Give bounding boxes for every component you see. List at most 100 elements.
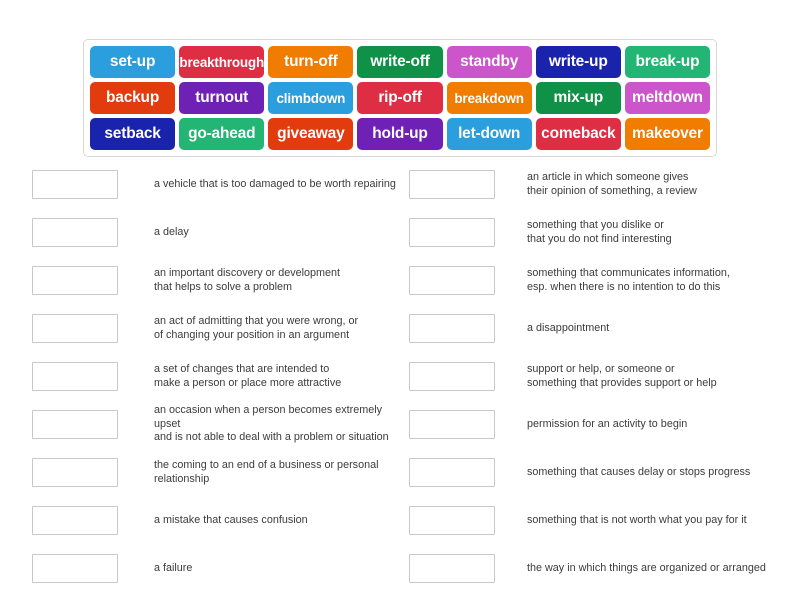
answer-drop-box[interactable] — [409, 170, 495, 199]
definition-column-left: a vehicle that is too damaged to be wort… — [0, 163, 400, 600]
word-tile-label: write-off — [370, 53, 430, 70]
answer-drop-box[interactable] — [32, 362, 118, 391]
word-tile-label: rip-off — [378, 89, 422, 106]
word-tile[interactable]: giveaway — [268, 118, 354, 150]
word-tile-bank: set-up breakthrough turn-off write-off s… — [83, 39, 717, 157]
answer-drop-box[interactable] — [32, 506, 118, 535]
definition-row: permission for an activity to begin — [409, 403, 796, 446]
word-tile-label: go-ahead — [188, 125, 256, 142]
answer-drop-box[interactable] — [409, 554, 495, 583]
definition-text: the coming to an end of a business or pe… — [154, 459, 379, 485]
word-tile[interactable]: write-off — [357, 46, 443, 78]
definition-row: something that causes delay or stops pro… — [409, 451, 796, 494]
definition-text: something that you dislike or that you d… — [527, 219, 672, 245]
word-tile[interactable]: setback — [90, 118, 176, 150]
word-tile[interactable]: set-up — [90, 46, 176, 78]
word-tile-label: turn-off — [284, 53, 338, 70]
definition-text: an article in which someone gives their … — [527, 171, 697, 197]
tile-row-3: setback go-ahead giveaway hold-up let-do… — [90, 118, 710, 150]
definition-text: support or help, or someone or something… — [527, 363, 717, 389]
word-tile-label: meltdown — [632, 89, 703, 106]
word-tile[interactable]: write-up — [535, 46, 621, 78]
tile-row-1: set-up breakthrough turn-off write-off s… — [90, 46, 710, 78]
word-tile-label: breakthrough — [179, 54, 265, 70]
answer-drop-box[interactable] — [409, 314, 495, 343]
definition-text: a mistake that causes confusion — [154, 513, 308, 526]
word-tile-label: turnout — [195, 89, 249, 106]
word-tile[interactable]: breakdown — [446, 82, 532, 114]
definition-text: permission for an activity to begin — [527, 417, 688, 430]
definition-text: something that causes delay or stops pro… — [527, 465, 751, 478]
definition-text: a delay — [154, 225, 189, 238]
definition-text: a failure — [154, 561, 193, 574]
word-tile[interactable]: hold-up — [357, 118, 443, 150]
definition-text: something that communicates information,… — [527, 267, 730, 293]
answer-drop-box[interactable] — [409, 266, 495, 295]
answer-drop-box[interactable] — [32, 554, 118, 583]
definition-row: a failure — [32, 547, 396, 590]
word-tile-label: climbdown — [276, 90, 346, 106]
answer-drop-box[interactable] — [409, 506, 495, 535]
definition-row: something that communicates information,… — [409, 259, 796, 302]
word-tile-label: comeback — [541, 125, 616, 142]
word-tile-label: hold-up — [372, 125, 428, 142]
answer-drop-box[interactable] — [32, 410, 118, 439]
definition-text: an occasion when a person becomes extrem… — [154, 404, 389, 444]
word-tile[interactable]: backup — [90, 82, 176, 114]
word-tile-label: setback — [104, 125, 161, 142]
word-tile-label: break-up — [635, 53, 700, 70]
definition-text: a set of changes that are intended to ma… — [154, 363, 342, 389]
definition-text: something that is not worth what you pay… — [527, 513, 747, 526]
word-tile[interactable]: standby — [446, 46, 532, 78]
word-tile-label: let-down — [458, 125, 521, 142]
word-tile-label: mix-up — [553, 89, 604, 106]
definition-text: a disappointment — [527, 321, 610, 334]
word-tile-label: standby — [460, 53, 519, 70]
word-tile[interactable]: makeover — [624, 118, 710, 150]
word-tile[interactable]: turnout — [179, 82, 265, 114]
word-tile-label: makeover — [632, 125, 703, 142]
definition-row: an article in which someone gives their … — [409, 163, 796, 206]
word-tile[interactable]: go-ahead — [179, 118, 265, 150]
word-tile[interactable]: let-down — [446, 118, 532, 150]
word-tile[interactable]: turn-off — [268, 46, 354, 78]
answer-drop-box[interactable] — [409, 362, 495, 391]
definition-row: something that you dislike or that you d… — [409, 211, 796, 254]
definition-columns: a vehicle that is too damaged to be wort… — [0, 163, 800, 600]
definition-row: a disappointment — [409, 307, 796, 350]
word-tile[interactable]: comeback — [535, 118, 621, 150]
definition-row: a set of changes that are intended to ma… — [32, 355, 396, 398]
definition-text: an act of admitting that you were wrong,… — [154, 315, 359, 341]
word-tile-label: set-up — [109, 53, 156, 70]
word-tile-label: write-up — [548, 53, 608, 70]
answer-drop-box[interactable] — [409, 218, 495, 247]
tile-row-2: backup turnout climbdown rip-off breakdo… — [90, 82, 710, 114]
definition-column-right: an article in which someone gives their … — [400, 163, 800, 600]
word-tile-label: backup — [106, 89, 160, 106]
definition-row: a delay — [32, 211, 396, 254]
word-tile[interactable]: break-up — [624, 46, 710, 78]
answer-drop-box[interactable] — [32, 458, 118, 487]
word-tile[interactable]: mix-up — [535, 82, 621, 114]
definition-row: an act of admitting that you were wrong,… — [32, 307, 396, 350]
answer-drop-box[interactable] — [32, 314, 118, 343]
definition-row: something that is not worth what you pay… — [409, 499, 796, 542]
word-tile[interactable]: breakthrough — [179, 46, 265, 78]
answer-drop-box[interactable] — [32, 218, 118, 247]
answer-drop-box[interactable] — [409, 458, 495, 487]
definition-text: a vehicle that is too damaged to be wort… — [154, 177, 396, 190]
definition-row: an important discovery or development th… — [32, 259, 396, 302]
word-tile-label: breakdown — [454, 90, 524, 106]
definition-row: a cheap ticket sold just before a flight… — [32, 595, 396, 600]
word-tile[interactable]: meltdown — [624, 82, 710, 114]
word-tile[interactable]: rip-off — [357, 82, 443, 114]
definition-text: the way in which things are organized or… — [527, 561, 766, 574]
answer-drop-box[interactable] — [32, 266, 118, 295]
answer-drop-box[interactable] — [409, 410, 495, 439]
definition-text: an important discovery or development th… — [154, 267, 341, 293]
answer-drop-box[interactable] — [32, 170, 118, 199]
word-tile[interactable]: climbdown — [268, 82, 354, 114]
match-up-activity-page: set-up breakthrough turn-off write-off s… — [0, 0, 800, 600]
definition-row: a return to an earlier and better positi… — [409, 595, 796, 600]
definition-row: support or help, or someone or something… — [409, 355, 796, 398]
